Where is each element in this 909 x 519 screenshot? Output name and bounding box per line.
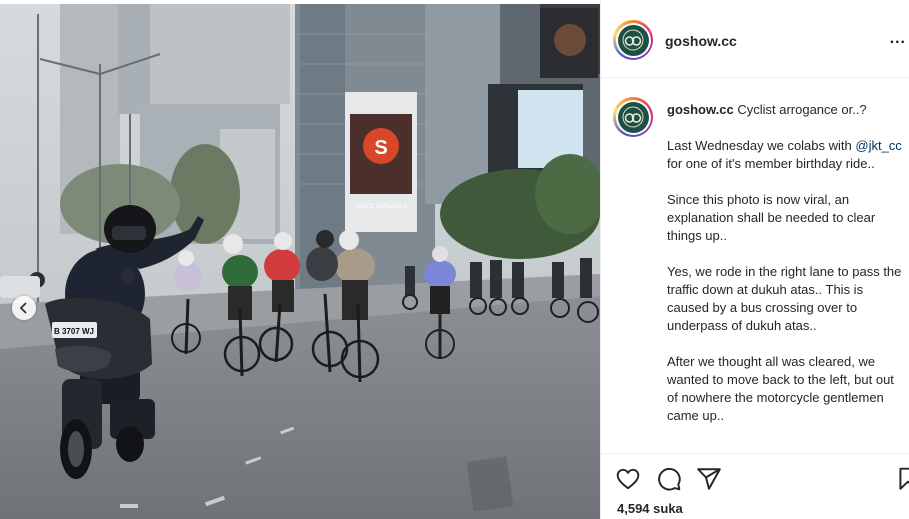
post-side-panel: goshow.cc ... goshow.cc Cyclist arroganc… [600,0,909,519]
previous-photo-button[interactable] [12,296,36,320]
go-logo-icon [622,106,644,128]
profile-avatar[interactable] [613,20,653,60]
chevron-left-icon [19,302,27,314]
go-logo-icon [622,29,644,51]
instagram-post-view: S SPACE AVAILABLE B 3707 WJ goshow.cc ..… [0,0,909,519]
billboard-letter: S [374,137,387,159]
post-caption: goshow.cc Cyclist arrogance or..? Last W… [667,101,905,443]
more-options-icon[interactable]: ... [890,30,906,48]
caption-username[interactable]: goshow.cc [667,102,734,117]
caption-paragraph-3: Yes, we rode in the right lane to pass t… [667,264,902,333]
post-photo[interactable]: S SPACE AVAILABLE B 3707 WJ [0,4,600,519]
street-scene-image: S SPACE AVAILABLE B 3707 WJ [0,4,600,519]
post-header: goshow.cc ... [601,0,909,78]
comment-icon[interactable] [656,466,682,492]
caption-paragraph-4: After we thought all was cleared, we wan… [667,354,894,423]
mention-link[interactable]: @jkt_cc [855,138,901,153]
likes-count[interactable]: 4,594 suka [617,501,683,516]
caption-avatar[interactable] [613,97,653,137]
billboard-caption: SPACE AVAILABLE [355,204,408,210]
save-icon[interactable] [895,466,909,492]
caption-paragraph-1a: Last Wednesday we colabs with [667,138,852,153]
heart-icon[interactable] [615,466,641,492]
share-icon[interactable] [696,466,722,492]
header-username[interactable]: goshow.cc [665,33,737,49]
caption-paragraph-2: Since this photo is now viral, an explan… [667,192,876,243]
post-actions: 4,594 suka [601,453,909,519]
caption-paragraph-1b: for one of it's member birthday ride.. [667,156,875,171]
caption-section: goshow.cc Cyclist arrogance or..? Last W… [601,79,909,453]
caption-title: Cyclist arrogance or..? [737,102,867,117]
license-plate-text: B 3707 WJ [54,327,94,336]
